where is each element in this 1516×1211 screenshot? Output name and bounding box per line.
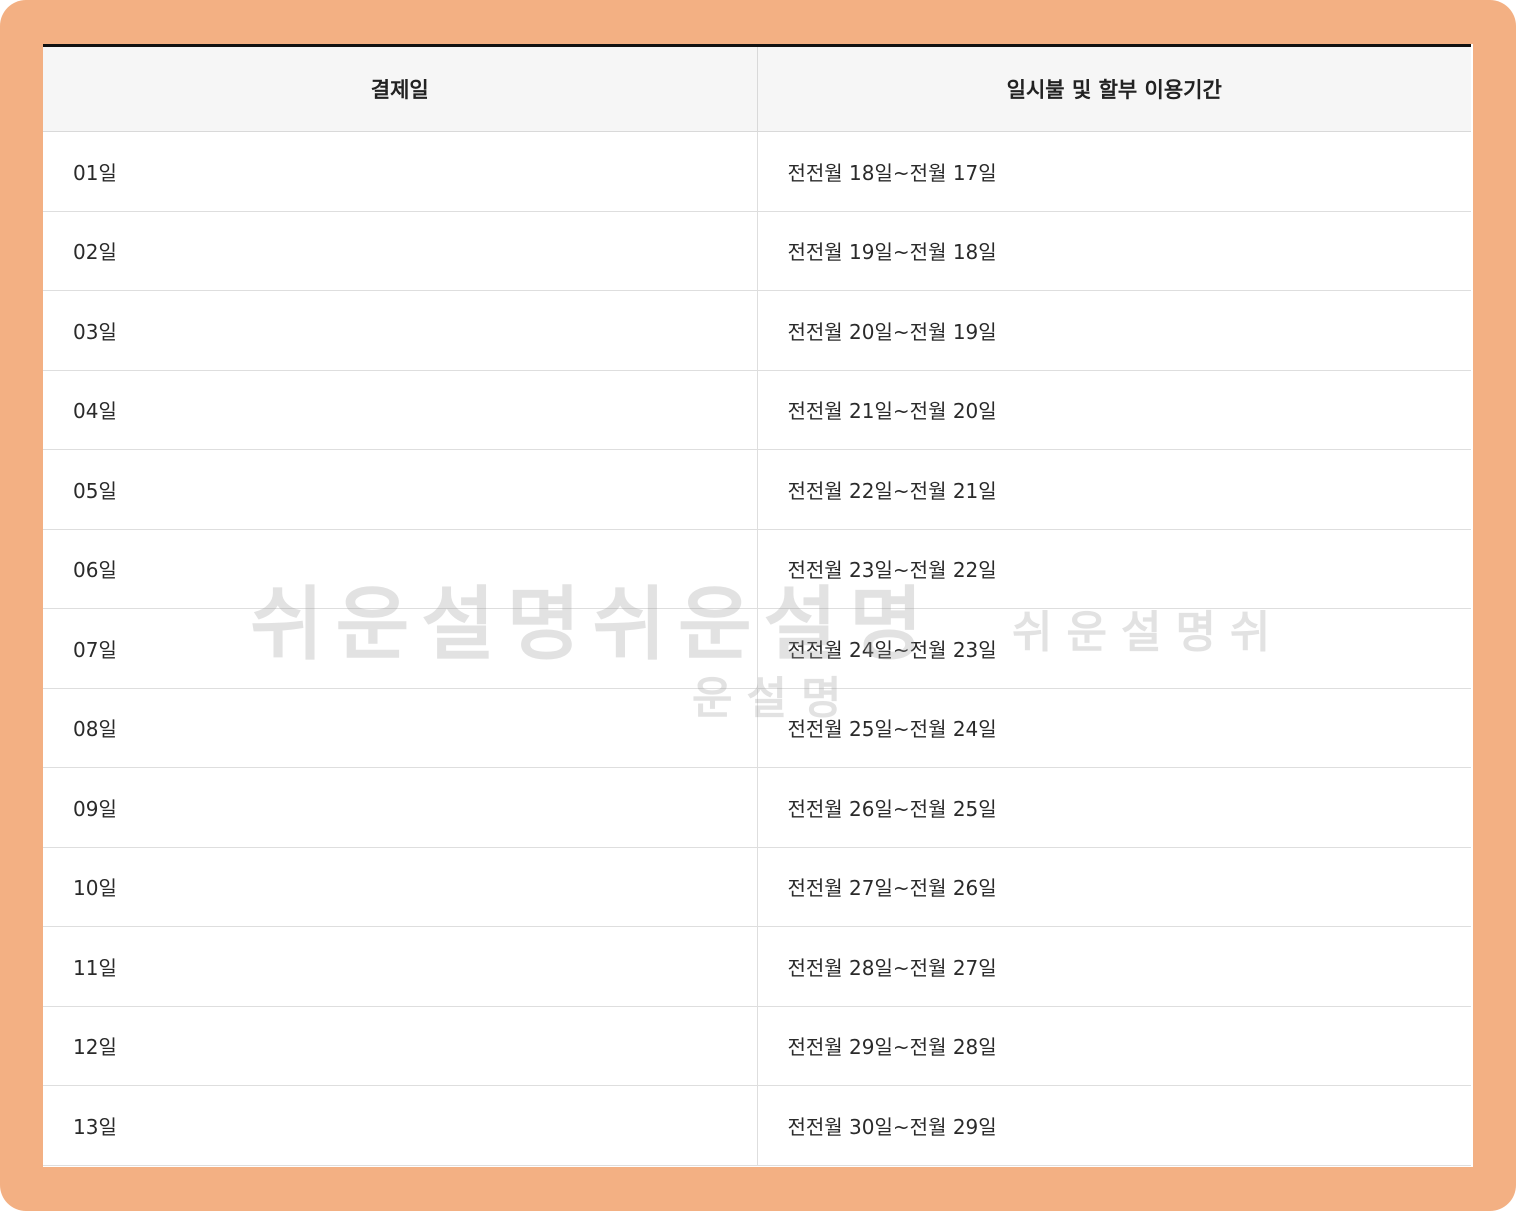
usage-period-cell: 전전월 25일~전월 24일 (757, 688, 1471, 768)
payment-day-cell: 13일 (43, 1085, 758, 1166)
usage-period-cell: 전전월 22일~전월 21일 (757, 449, 1471, 530)
header-usage-period: 일시불 및 할부 이용기간 (757, 45, 1471, 132)
table-row: 07일 전전월 24일~전월 23일 (43, 608, 1471, 689)
table-row: 13일 전전월 30일~전월 29일 (43, 1085, 1471, 1166)
header-payment-day: 결제일 (43, 45, 758, 132)
usage-period-cell: 전전월 19일~전월 18일 (757, 211, 1471, 291)
usage-period-cell: 전전월 20일~전월 19일 (757, 290, 1471, 371)
payment-day-cell: 11일 (43, 926, 758, 1007)
table-row: 12일 전전월 29일~전월 28일 (43, 1006, 1471, 1086)
usage-period-cell: 전전월 28일~전월 27일 (757, 926, 1471, 1007)
payment-day-cell: 08일 (43, 688, 758, 768)
usage-period-cell: 전전월 26일~전월 25일 (757, 767, 1471, 848)
header-row: 결제일 일시불 및 할부 이용기간 (43, 45, 1471, 132)
table-row: 08일 전전월 25일~전월 24일 (43, 688, 1471, 768)
usage-period-cell: 전전월 18일~전월 17일 (757, 131, 1471, 212)
table-row: 04일 전전월 21일~전월 20일 (43, 370, 1471, 450)
table-row: 01일 전전월 18일~전월 17일 (43, 131, 1471, 212)
table-row: 10일 전전월 27일~전월 26일 (43, 847, 1471, 927)
usage-period-cell: 전전월 23일~전월 22일 (757, 529, 1471, 609)
table-row: 05일 전전월 22일~전월 21일 (43, 449, 1471, 530)
content-panel: 결제일 일시불 및 할부 이용기간 01일 전전월 18일~전월 17일 02일 전전… (43, 44, 1473, 1167)
payment-day-cell: 07일 (43, 608, 758, 689)
payment-day-cell: 01일 (43, 131, 758, 212)
payment-day-cell: 04일 (43, 370, 758, 450)
usage-period-cell: 전전월 29일~전월 28일 (757, 1006, 1471, 1086)
payment-period-table: 결제일 일시불 및 할부 이용기간 01일 전전월 18일~전월 17일 02일 전전… (43, 44, 1471, 1166)
usage-period-cell: 전전월 27일~전월 26일 (757, 847, 1471, 927)
payment-day-cell: 09일 (43, 767, 758, 848)
usage-period-cell: 전전월 30일~전월 29일 (757, 1085, 1471, 1166)
table-header: 결제일 일시불 및 할부 이용기간 (43, 45, 1471, 132)
usage-period-cell: 전전월 24일~전월 23일 (757, 608, 1471, 689)
payment-day-cell: 10일 (43, 847, 758, 927)
payment-day-cell: 03일 (43, 290, 758, 371)
table-body: 01일 전전월 18일~전월 17일 02일 전전월 19일~전월 18일 03일 전전월… (43, 131, 1471, 1166)
payment-day-cell: 02일 (43, 211, 758, 291)
table-row: 03일 전전월 20일~전월 19일 (43, 290, 1471, 371)
payment-day-cell: 12일 (43, 1006, 758, 1086)
table-row: 02일 전전월 19일~전월 18일 (43, 211, 1471, 291)
payment-day-cell: 05일 (43, 449, 758, 530)
usage-period-cell: 전전월 21일~전월 20일 (757, 370, 1471, 450)
table-row: 06일 전전월 23일~전월 22일 (43, 529, 1471, 609)
table-row: 09일 전전월 26일~전월 25일 (43, 767, 1471, 848)
payment-day-cell: 06일 (43, 529, 758, 609)
table-row: 11일 전전월 28일~전월 27일 (43, 926, 1471, 1007)
